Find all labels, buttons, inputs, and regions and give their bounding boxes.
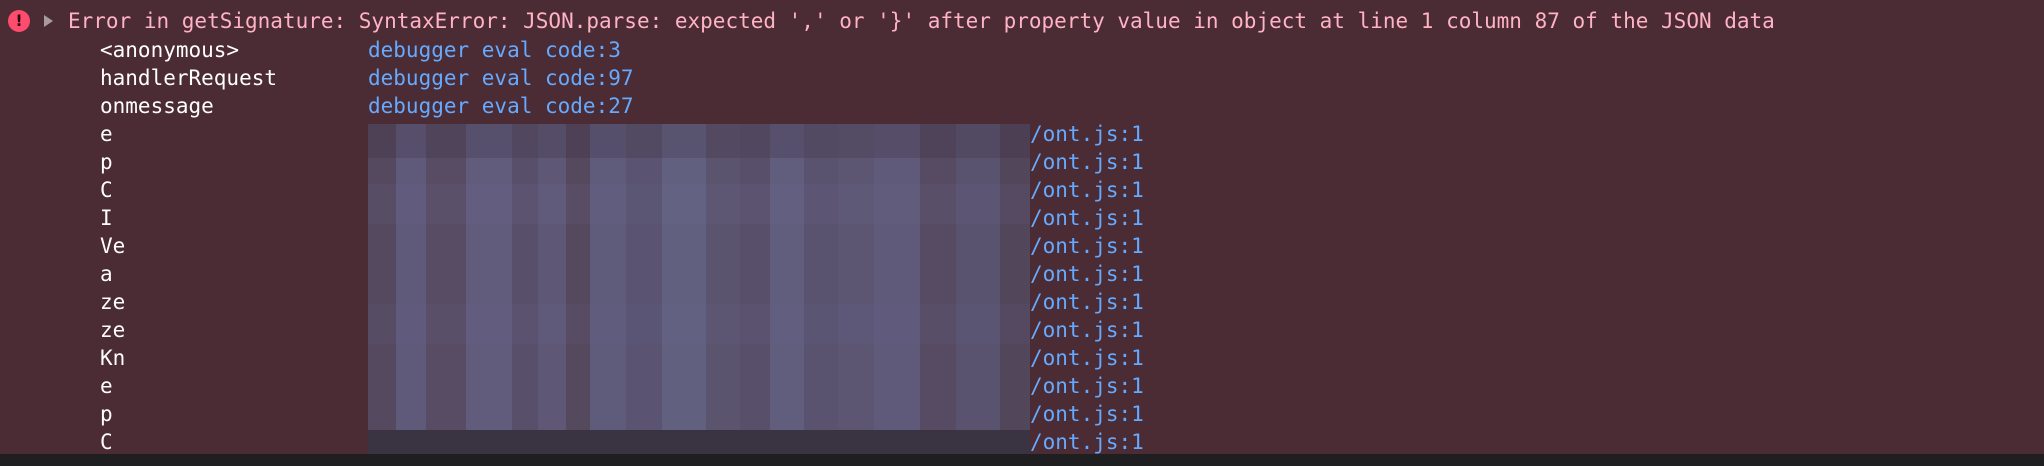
stack-frame[interactable]: ze /ont.js:1	[0, 288, 2044, 316]
stack-frame-function: I	[100, 206, 113, 230]
stack-frame[interactable]: handlerRequest debugger eval code:97	[0, 64, 2044, 92]
stack-frame-location-link[interactable]: debugger eval code:97	[368, 64, 634, 92]
stack-frame[interactable]: onmessage debugger eval code:27	[0, 92, 2044, 120]
error-circle-icon: !	[8, 10, 30, 32]
stack-frame[interactable]: e /ont.js:1	[0, 120, 2044, 148]
stack-frame-location-link[interactable]: debugger eval code:27	[368, 92, 634, 120]
stack-frame[interactable]: p /ont.js:1	[0, 400, 2044, 428]
stack-frame-function: a	[100, 262, 113, 286]
console-panel: ! Error in getSignature: SyntaxError: JS…	[0, 0, 2044, 456]
stack-frame-location-link[interactable]: /ont.js:1	[1030, 400, 1144, 428]
stack-frame-location-link[interactable]: /ont.js:1	[1030, 288, 1144, 316]
stack-frame-function: Ve	[100, 234, 126, 258]
stack-frame[interactable]: C /ont.js:1	[0, 176, 2044, 204]
stack-frame-function: ze	[100, 290, 126, 314]
stack-frame-function: <anonymous>	[100, 38, 240, 62]
stack-frame-function: Kn	[100, 346, 126, 370]
stack-frame-location-link[interactable]: debugger eval code:3	[368, 36, 621, 64]
stack-frame-location-link[interactable]: /ont.js:1	[1030, 176, 1144, 204]
stack-frame[interactable]: ze /ont.js:1	[0, 316, 2044, 344]
stack-frame[interactable]: <anonymous> debugger eval code:3	[0, 36, 2044, 64]
stack-frame-location-link[interactable]: /ont.js:1	[1030, 260, 1144, 288]
stack-frame-function: p	[100, 150, 113, 174]
stack-frame-location-link[interactable]: /ont.js:1	[1030, 232, 1144, 260]
stack-frame-location-link[interactable]: /ont.js:1	[1030, 120, 1144, 148]
stack-frame-location-link[interactable]: /ont.js:1	[1030, 428, 1144, 456]
stack-frame-location-link[interactable]: /ont.js:1	[1030, 316, 1144, 344]
stack-frame[interactable]: I /ont.js:1	[0, 204, 2044, 232]
stack-frame[interactable]: e /ont.js:1	[0, 372, 2044, 400]
error-message: Error in getSignature: SyntaxError: JSON…	[68, 9, 1775, 33]
stack-frame-function: ze	[100, 318, 126, 342]
console-bottom-bar	[0, 454, 2044, 466]
stack-frame[interactable]: Kn /ont.js:1	[0, 344, 2044, 372]
stack-frame-function: p	[100, 402, 113, 426]
stack-frame[interactable]: Ve /ont.js:1	[0, 232, 2044, 260]
disclosure-triangle-icon[interactable]	[44, 15, 53, 27]
stack-frame-location-link[interactable]: /ont.js:1	[1030, 372, 1144, 400]
stack-frame-function: e	[100, 374, 113, 398]
stack-frame[interactable]: p /ont.js:1	[0, 148, 2044, 176]
stack-frame-function: onmessage	[100, 94, 214, 118]
stack-frame-function: e	[100, 122, 113, 146]
error-message-row[interactable]: ! Error in getSignature: SyntaxError: JS…	[0, 8, 2044, 34]
stack-frame-location-link[interactable]: /ont.js:1	[1030, 204, 1144, 232]
stack-frame-function: handlerRequest	[100, 66, 278, 90]
stack-frame-function: C	[100, 430, 113, 454]
stack-frame-function: C	[100, 178, 113, 202]
stack-frame[interactable]: C /ont.js:1	[0, 428, 2044, 456]
stack-frame[interactable]: a /ont.js:1	[0, 260, 2044, 288]
stack-frame-location-link[interactable]: /ont.js:1	[1030, 148, 1144, 176]
stack-frame-location-link[interactable]: /ont.js:1	[1030, 344, 1144, 372]
